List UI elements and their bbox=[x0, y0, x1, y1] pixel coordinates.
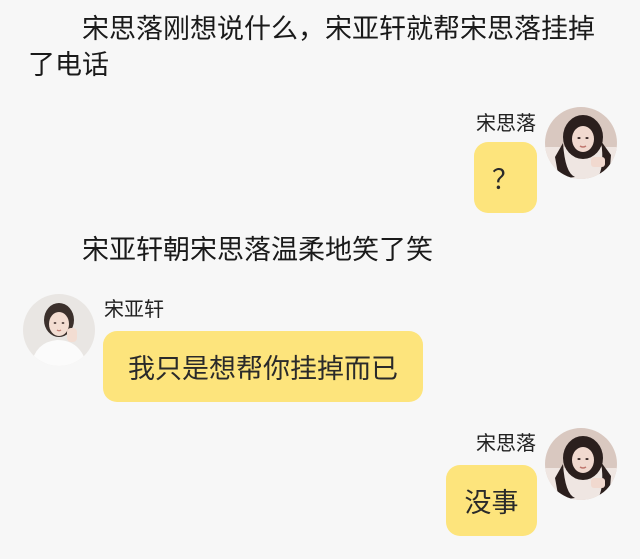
message-bubble[interactable]: ？ bbox=[474, 142, 537, 213]
message-bubble[interactable]: 我只是想帮你挂掉而已 bbox=[103, 331, 423, 402]
girl-avatar-icon[interactable] bbox=[545, 428, 617, 500]
sender-name: 宋思落 bbox=[476, 431, 536, 455]
sender-name: 宋亚轩 bbox=[104, 297, 164, 321]
narration-text: 宋亚轩朝宋思落温柔地笑了笑 bbox=[82, 235, 433, 266]
message-bubble[interactable]: 没事 bbox=[446, 465, 537, 536]
boy-avatar-icon[interactable] bbox=[23, 294, 95, 366]
narration-text: 宋思落刚想说什么，宋亚轩就帮宋思落挂掉了电话 bbox=[28, 14, 595, 81]
girl-avatar-icon[interactable] bbox=[545, 107, 617, 179]
sender-name: 宋思落 bbox=[476, 111, 536, 135]
